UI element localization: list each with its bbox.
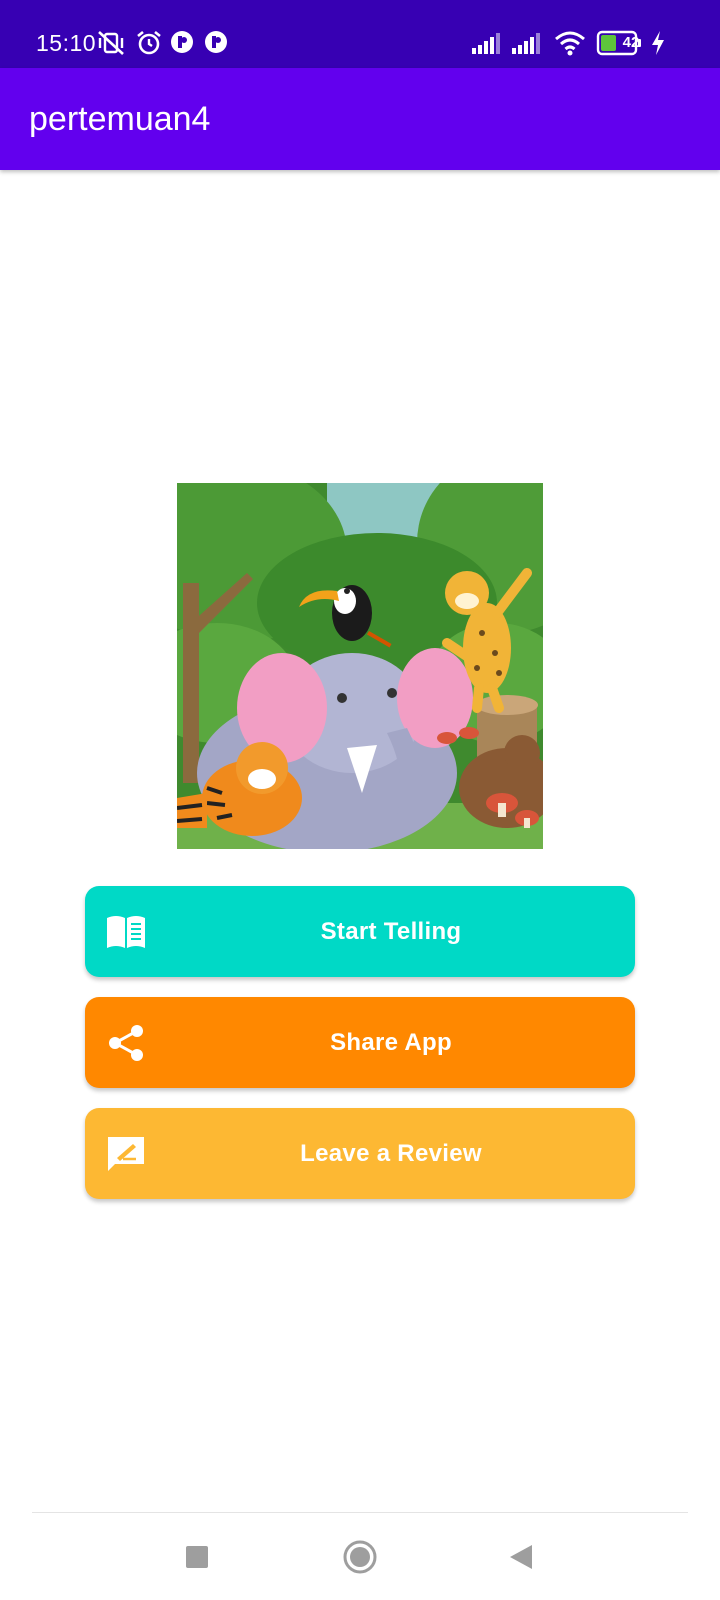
start-telling-label: Start Telling	[320, 918, 462, 945]
status-right-icons: 42	[472, 30, 692, 56]
start-telling-button[interactable]: Start Telling	[85, 886, 635, 977]
home-button[interactable]	[330, 1533, 390, 1581]
battery-level: 42	[622, 34, 640, 51]
signal-icon	[472, 33, 500, 54]
app-bar: pertemuan4	[0, 68, 720, 170]
leave-review-button[interactable]: Leave a Review	[85, 1108, 635, 1199]
jungle-animals-illustration	[177, 483, 543, 849]
status-bar: 15:10 42	[0, 0, 720, 68]
review-icon	[108, 1137, 144, 1171]
vibrate-off-icon	[98, 31, 124, 55]
app-notification-icon	[205, 31, 227, 53]
recents-button[interactable]	[167, 1533, 227, 1581]
wifi-icon	[555, 31, 585, 56]
status-time: 15:10	[36, 30, 97, 56]
book-icon	[107, 916, 145, 948]
charging-icon	[652, 31, 664, 55]
share-icon	[109, 1025, 143, 1061]
share-app-button[interactable]: Share App	[85, 997, 635, 1088]
app-title: pertemuan4	[29, 100, 211, 138]
alarm-icon	[137, 30, 161, 55]
back-triangle-icon	[510, 1545, 532, 1569]
app-notification-icon	[171, 31, 193, 53]
back-button[interactable]	[492, 1533, 552, 1581]
signal-icon	[512, 33, 540, 54]
leave-review-label: Leave a Review	[300, 1140, 482, 1167]
share-app-label: Share App	[330, 1029, 452, 1056]
nav-divider	[32, 1512, 688, 1513]
recents-square-icon	[186, 1546, 208, 1568]
home-circle-icon	[343, 1540, 377, 1574]
